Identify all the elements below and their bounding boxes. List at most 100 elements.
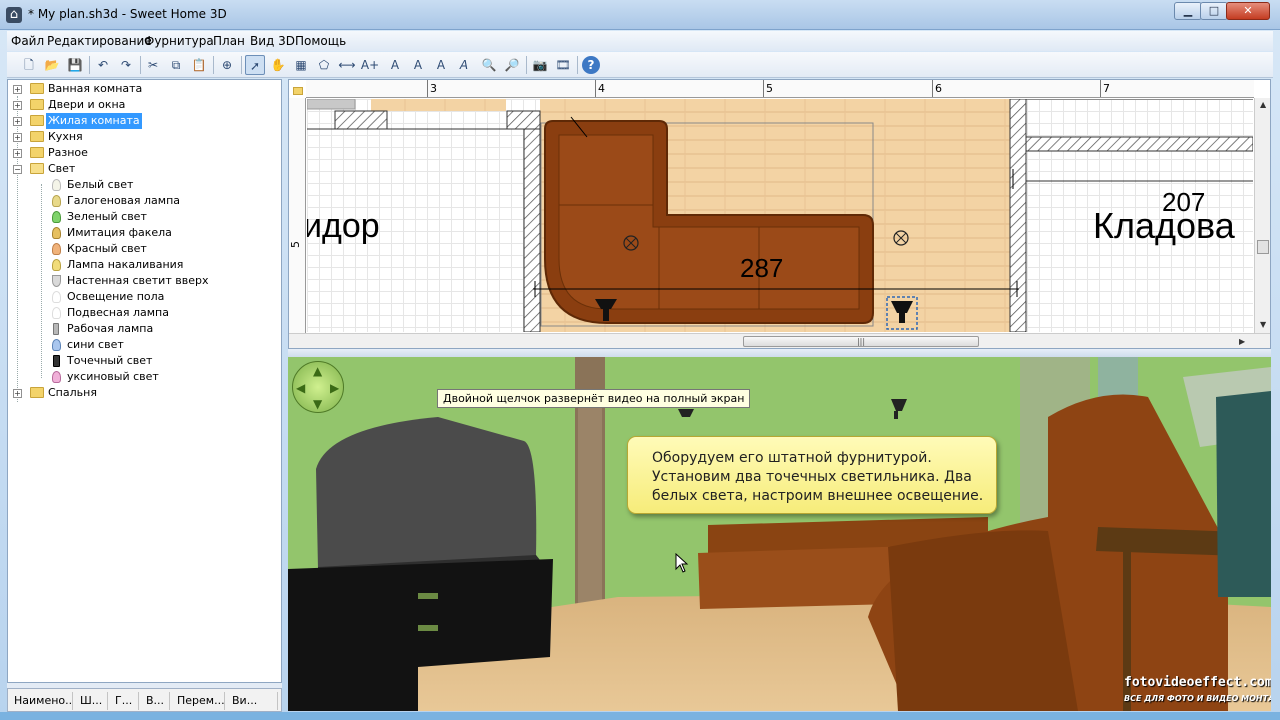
catalog-item-label[interactable]: Красный свет (65, 241, 149, 257)
column-name[interactable]: Наимено... (10, 692, 73, 710)
column-movable[interactable]: Перем... (173, 692, 225, 710)
help-icon[interactable]: ? (582, 56, 600, 74)
plan-3d-splitter[interactable] (288, 349, 1271, 357)
pan-mode-icon[interactable]: ✋ (268, 55, 288, 75)
catalog-item[interactable]: Красный свет (8, 241, 278, 257)
category-label[interactable]: Ванная комната (46, 81, 144, 97)
menu-edit[interactable]: Редактирование (47, 34, 152, 48)
category-row[interactable]: + Спальня (8, 385, 278, 401)
expand-toggle-icon[interactable]: + (13, 149, 22, 158)
zoom-in-icon[interactable]: 🔍 (479, 55, 499, 75)
horizontal-scroll-thumb[interactable]: ||| (743, 336, 979, 347)
column-width[interactable]: Ш... (76, 692, 108, 710)
category-row[interactable]: + Жилая комната (8, 113, 278, 129)
catalog-item-label[interactable]: Настенная светит вверх (65, 273, 210, 289)
expand-toggle-icon[interactable]: + (13, 101, 22, 110)
redo-icon[interactable]: ↷ (116, 55, 136, 75)
navigate-right-icon[interactable]: ▶ (330, 382, 339, 394)
scroll-down-icon[interactable]: ▼ (1260, 320, 1266, 329)
navigate-back-icon[interactable]: ▼ (313, 398, 322, 410)
category-row[interactable]: + Кухня (8, 129, 278, 145)
column-depth[interactable]: Г... (111, 692, 139, 710)
undo-icon[interactable]: ↶ (93, 55, 113, 75)
catalog-item[interactable]: Настенная светит вверх (8, 273, 278, 289)
navigate-left-icon[interactable]: ◀ (296, 382, 305, 394)
3d-navigation-control[interactable]: ▲ ▼ ◀ ▶ (292, 361, 344, 413)
catalog-item[interactable]: Галогеновая лампа (8, 193, 278, 209)
catalog-item[interactable]: Белый свет (8, 177, 278, 193)
catalog-item-label[interactable]: Рабочая лампа (65, 321, 155, 337)
expand-toggle-icon[interactable]: + (13, 117, 22, 126)
text-style-icon[interactable]: A (385, 55, 405, 75)
catalog-item-label[interactable]: Подвесная лампа (65, 305, 171, 321)
catalog-item[interactable]: Освещение пола (8, 289, 278, 305)
column-height[interactable]: В... (142, 692, 170, 710)
category-label[interactable]: Свет (46, 161, 77, 177)
new-icon[interactable]: 🗋 (19, 55, 39, 75)
copy-icon[interactable]: ⧉ (166, 55, 186, 75)
catalog-item-label[interactable]: Имитация факела (65, 225, 174, 241)
create-walls-icon[interactable]: ▦ (291, 55, 311, 75)
plan-horizontal-scrollbar[interactable]: ||| ▶ (289, 333, 1270, 348)
catalog-item-label[interactable]: Галогеновая лампа (65, 193, 182, 209)
paste-icon[interactable]: 📋 (189, 55, 209, 75)
expand-toggle-icon[interactable]: + (13, 85, 22, 94)
catalog-item[interactable]: сини свет (8, 337, 278, 353)
catalog-item[interactable]: Лампа накаливания (8, 257, 278, 273)
plan-view[interactable]: 3 4 5 6 7 5 идор 287 207 Кладова ▲ ▼ |||… (288, 79, 1271, 349)
vertical-scroll-thumb[interactable] (1257, 240, 1269, 254)
catalog-item[interactable]: уксиновый свет (8, 369, 278, 385)
category-label-selected[interactable]: Жилая комната (46, 113, 142, 129)
plan-canvas[interactable]: идор 287 207 Кладова (307, 99, 1253, 332)
create-photo-icon[interactable]: 📷 (530, 55, 550, 75)
category-label[interactable]: Кухня (46, 129, 85, 145)
cut-icon[interactable]: ✂ (143, 55, 163, 75)
catalog-item[interactable]: Имитация факела (8, 225, 278, 241)
catalog-item-label[interactable]: сини свет (65, 337, 126, 353)
catalog-item-label[interactable]: Белый свет (65, 177, 135, 193)
add-furniture-icon[interactable]: ⊕ (217, 55, 237, 75)
scroll-up-icon[interactable]: ▲ (1260, 100, 1266, 109)
column-visible[interactable]: Ви... (228, 692, 278, 710)
create-video-icon[interactable]: 🎞 (553, 55, 573, 75)
zoom-out-icon[interactable]: 🔎 (502, 55, 522, 75)
increase-text-icon[interactable]: A (408, 55, 428, 75)
catalog-item[interactable]: Подвесная лампа (8, 305, 278, 321)
menu-3d-view[interactable]: Вид 3D (250, 34, 295, 48)
plan-vertical-scrollbar[interactable]: ▲ ▼ (1254, 98, 1270, 333)
collapse-toggle-icon[interactable]: − (13, 165, 22, 174)
menu-plan[interactable]: План (213, 34, 245, 48)
minimize-button[interactable]: ▁ (1174, 2, 1202, 20)
scroll-right-icon[interactable]: ▶ (1239, 337, 1245, 346)
menu-furniture[interactable]: Фурнитура (144, 34, 214, 48)
create-dimensions-icon[interactable]: ⟷ (337, 55, 357, 75)
open-icon[interactable]: 📂 (42, 55, 62, 75)
catalog-item-label[interactable]: уксиновый свет (65, 369, 161, 385)
decrease-text-icon[interactable]: A (431, 55, 451, 75)
category-label[interactable]: Двери и окна (46, 97, 127, 113)
catalog-item[interactable]: Рабочая лампа (8, 321, 278, 337)
save-icon[interactable]: 💾 (65, 55, 85, 75)
menu-help[interactable]: Помощь (295, 34, 346, 48)
catalog-item-label[interactable]: Освещение пола (65, 289, 166, 305)
catalog-item-label[interactable]: Точечный свет (65, 353, 154, 369)
category-row[interactable]: − Свет (8, 161, 278, 177)
navigate-forward-icon[interactable]: ▲ (313, 365, 322, 377)
create-rooms-icon[interactable]: ⬠ (314, 55, 334, 75)
maximize-button[interactable]: □ (1200, 2, 1228, 20)
close-button[interactable]: ✕ (1226, 2, 1270, 20)
italic-text-icon[interactable]: A (454, 55, 474, 75)
catalog-item-label[interactable]: Зеленый свет (65, 209, 149, 225)
catalog-item-label[interactable]: Лампа накаливания (65, 257, 185, 273)
3d-view[interactable]: ▲ ▼ ◀ ▶ Двойной щелчок развернёт видео н… (288, 357, 1271, 711)
add-text-icon[interactable]: A+ (360, 55, 380, 75)
category-row[interactable]: + Ванная комната (8, 81, 278, 97)
catalog-item[interactable]: Зеленый свет (8, 209, 278, 225)
expand-toggle-icon[interactable]: + (13, 389, 22, 398)
catalog-item[interactable]: Точечный свет (8, 353, 278, 369)
menu-file[interactable]: Файл (11, 34, 44, 48)
expand-toggle-icon[interactable]: + (13, 133, 22, 142)
category-label[interactable]: Разное (46, 145, 90, 161)
category-label[interactable]: Спальня (46, 385, 99, 401)
category-row[interactable]: + Двери и окна (8, 97, 278, 113)
